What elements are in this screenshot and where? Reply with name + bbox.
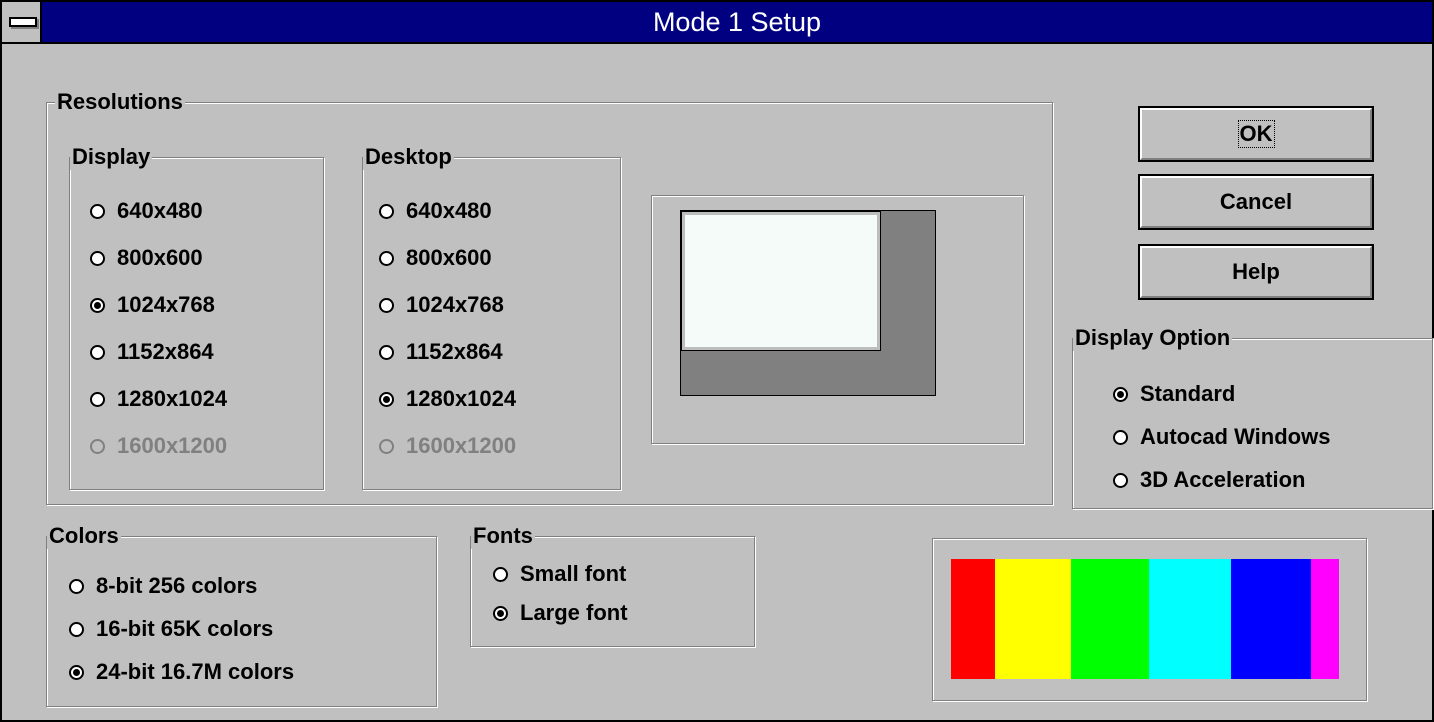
display-resolution-group: Display 640x480 800x600 1024x768 1152x864 12… (69, 144, 325, 491)
radio-checked-icon (379, 391, 394, 407)
radio-label: Standard (1140, 381, 1236, 406)
radio-label: 1280x1024 (406, 386, 517, 411)
radio-option[interactable]: 1280x1024 (379, 386, 516, 412)
radio-label: 1024x768 (406, 292, 504, 317)
radio-label: 16-bit 65K colors (96, 616, 274, 641)
radio-option[interactable]: Autocad Windows (1113, 424, 1330, 450)
radio-option[interactable]: 800x600 (90, 245, 203, 271)
radio-label: 1024x768 (117, 292, 215, 317)
radio-option[interactable]: 800x600 (379, 245, 492, 271)
radio-option: 1600x1200 (379, 433, 516, 459)
color-bar (951, 559, 1339, 679)
display-option-label: Display Option (1073, 325, 1233, 351)
radio-label: 24-bit 16.7M colors (96, 659, 295, 684)
radio-label: 1600x1200 (117, 433, 228, 458)
radio-label: 1152x864 (406, 339, 503, 364)
system-menu-button[interactable] (2, 2, 42, 42)
radio-option[interactable]: 24-bit 16.7M colors (69, 659, 294, 685)
radio-unchecked-icon (90, 438, 105, 454)
color-swatch (951, 559, 995, 679)
radio-option[interactable]: 1280x1024 (90, 386, 227, 412)
radio-label: Autocad Windows (1140, 424, 1331, 449)
radio-option[interactable]: 1024x768 (90, 292, 215, 318)
ok-button[interactable]: OK (1138, 106, 1374, 162)
resolutions-group: Resolutions Display 640x480 800x600 1024x7… (46, 89, 1054, 506)
radio-unchecked-icon (1113, 472, 1128, 488)
color-swatch (1231, 559, 1311, 679)
color-swatch (995, 559, 1071, 679)
radio-option[interactable]: 1024x768 (379, 292, 504, 318)
mode-setup-dialog: Mode 1 Setup Resolutions Display 640x480… (0, 0, 1434, 722)
radio-label: 3D Acceleration (1140, 467, 1306, 492)
radio-option[interactable]: 1152x864 (90, 339, 214, 365)
color-swatch (1311, 559, 1339, 679)
display-label: Display (70, 144, 153, 170)
radio-option[interactable]: 640x480 (379, 198, 492, 224)
radio-unchecked-icon (90, 250, 105, 266)
display-preview (681, 211, 881, 351)
resolution-preview (651, 195, 1025, 445)
radio-checked-icon (90, 297, 105, 313)
fonts-group: Fonts Small font Large font (470, 523, 756, 648)
radio-option: 1600x1200 (90, 433, 227, 459)
system-menu-icon (9, 17, 37, 27)
radio-label: 1152x864 (117, 339, 214, 364)
radio-label: 800x600 (406, 245, 492, 270)
fonts-label: Fonts (471, 523, 535, 549)
color-swatch (1071, 559, 1149, 679)
radio-checked-icon (493, 605, 508, 621)
color-bar-frame (932, 538, 1368, 702)
radio-label: 8-bit 256 colors (96, 573, 258, 598)
radio-label: 640x480 (406, 198, 492, 223)
radio-unchecked-icon (379, 438, 394, 454)
radio-option[interactable]: 640x480 (90, 198, 203, 224)
radio-option[interactable]: 1152x864 (379, 339, 503, 365)
radio-unchecked-icon (69, 578, 84, 594)
radio-option[interactable]: Small font (493, 561, 626, 587)
help-button-label: Help (1232, 259, 1280, 284)
radio-unchecked-icon (379, 344, 394, 360)
radio-option[interactable]: Standard (1113, 381, 1235, 407)
radio-option[interactable]: Large font (493, 600, 628, 626)
ok-button-label: OK (1237, 120, 1275, 148)
radio-unchecked-icon (493, 566, 508, 582)
radio-unchecked-icon (379, 297, 394, 313)
radio-checked-icon (1113, 386, 1128, 402)
desktop-label: Desktop (363, 144, 454, 170)
radio-label: 640x480 (117, 198, 203, 223)
help-button[interactable]: Help (1138, 244, 1374, 300)
radio-label: Large font (520, 600, 628, 625)
radio-checked-icon (69, 664, 84, 680)
radio-unchecked-icon (90, 391, 105, 407)
display-option-group: Display Option Standard Autocad Windows 3D… (1072, 325, 1434, 510)
radio-label: 1600x1200 (406, 433, 517, 458)
radio-unchecked-icon (69, 621, 84, 637)
colors-group: Colors 8-bit 256 colors 16-bit 65K colors… (46, 523, 438, 708)
resolutions-label: Resolutions (55, 89, 185, 115)
radio-option[interactable]: 3D Acceleration (1113, 467, 1305, 493)
radio-label: 800x600 (117, 245, 203, 270)
color-swatch (1149, 559, 1231, 679)
cancel-button-label: Cancel (1219, 189, 1293, 214)
window-title: Mode 1 Setup (652, 7, 822, 37)
cancel-button[interactable]: Cancel (1138, 174, 1374, 230)
radio-unchecked-icon (90, 344, 105, 360)
title-bar: Mode 1 Setup (2, 2, 1432, 44)
radio-option[interactable]: 16-bit 65K colors (69, 616, 273, 642)
radio-unchecked-icon (90, 203, 105, 219)
radio-option[interactable]: 8-bit 256 colors (69, 573, 257, 599)
radio-unchecked-icon (379, 203, 394, 219)
radio-unchecked-icon (1113, 429, 1128, 445)
colors-label: Colors (47, 523, 121, 549)
radio-unchecked-icon (379, 250, 394, 266)
radio-label: 1280x1024 (117, 386, 228, 411)
desktop-resolution-group: Desktop 640x480 800x600 1024x768 1152x864 12… (362, 144, 622, 491)
radio-label: Small font (520, 561, 627, 586)
